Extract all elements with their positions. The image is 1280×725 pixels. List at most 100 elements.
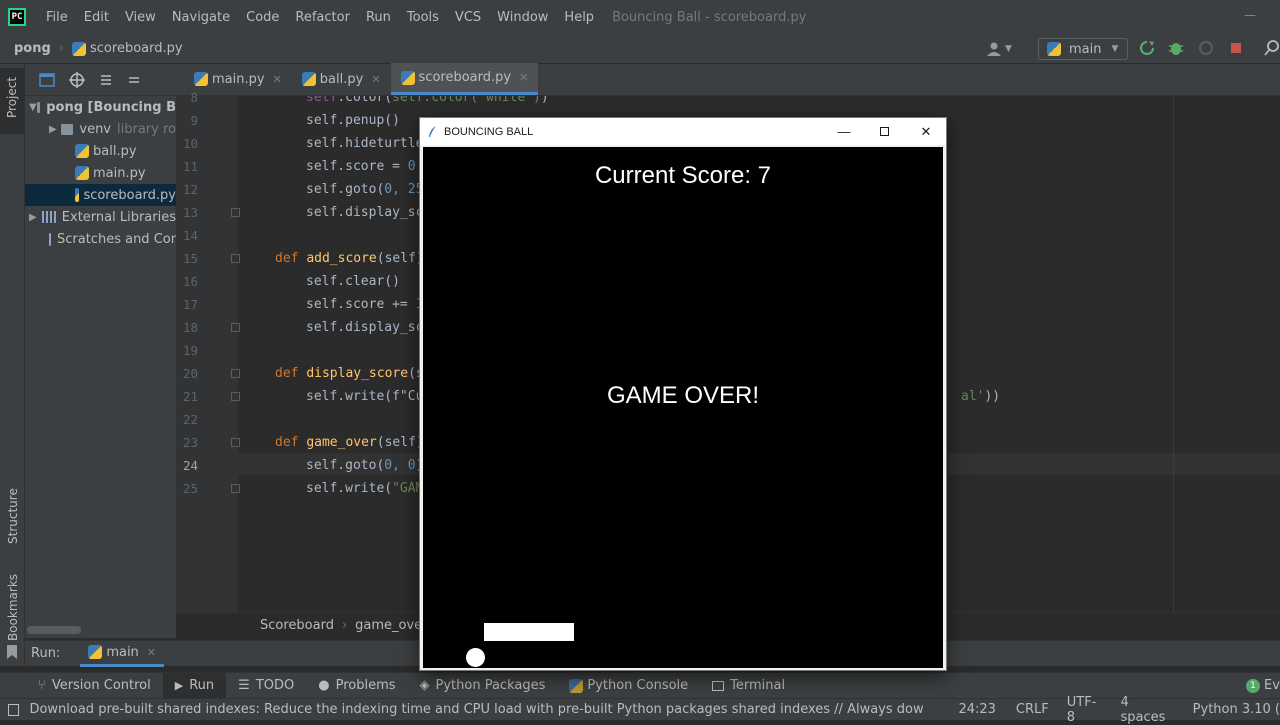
python-file-icon xyxy=(194,72,208,86)
close-icon[interactable]: ✕ xyxy=(519,71,528,84)
tab-label: ball.py xyxy=(319,71,364,87)
menu-run[interactable]: Run xyxy=(358,10,399,25)
code-line-17: self.score += 1 xyxy=(306,297,423,312)
cursor-position[interactable]: 24:23 xyxy=(958,702,995,717)
stop-icon[interactable] xyxy=(1228,40,1244,56)
tool-python-console[interactable]: Python Console xyxy=(557,673,700,699)
pycharm-logo-icon[interactable]: PC xyxy=(8,8,26,26)
menu-vcs[interactable]: VCS xyxy=(447,10,489,25)
code-line-9: self.penup() xyxy=(306,113,400,128)
debug-icon[interactable] xyxy=(1168,40,1184,56)
indent-setting[interactable]: 4 spaces xyxy=(1121,695,1175,725)
tool-label: Version Control xyxy=(51,678,151,693)
python-file-icon xyxy=(75,144,89,158)
menu-help[interactable]: Help xyxy=(556,10,602,25)
minimize-icon[interactable]: — xyxy=(1244,8,1256,22)
maximize-icon xyxy=(879,127,889,136)
menu-refactor[interactable]: Refactor xyxy=(287,10,358,25)
code-line-24: self.goto(0, 0) xyxy=(306,458,423,473)
menu-navigate[interactable]: Navigate xyxy=(164,10,238,25)
game-canvas[interactable]: Current Score: 7 GAME OVER! xyxy=(423,147,943,668)
code-line-11: self.score = 0 xyxy=(306,159,416,174)
collapse-all-icon[interactable] xyxy=(127,73,141,87)
event-log-button[interactable]: 1 Eve xyxy=(1246,678,1280,693)
python-file-icon xyxy=(75,188,80,202)
play-icon: ▶ xyxy=(174,679,184,692)
code-line-21-tail: al')) xyxy=(961,389,1001,404)
breadcrumb-project[interactable]: pong xyxy=(14,41,51,56)
pin-icon[interactable] xyxy=(6,645,18,659)
tab-ball-py[interactable]: ball.py ✕ xyxy=(292,63,391,95)
menu-window[interactable]: Window xyxy=(489,10,556,25)
rerun-icon[interactable] xyxy=(1139,40,1155,56)
tree-item-venv[interactable]: ▶ venv library ro xyxy=(25,118,176,140)
menu-file[interactable]: File xyxy=(38,10,76,25)
breadcrumb-file[interactable]: scoreboard.py xyxy=(90,41,183,56)
tree-item-scoreboard-py[interactable]: scoreboard.py xyxy=(25,184,176,206)
event-log-label: Eve xyxy=(1264,678,1280,693)
menu-bar: PC File Edit View Navigate Code Refactor… xyxy=(0,0,1280,34)
chevron-down-icon: ▼ xyxy=(1111,44,1119,54)
breadcrumb-class[interactable]: Scoreboard xyxy=(260,618,334,633)
code-line-15: def add_score(self) xyxy=(275,251,424,266)
line-separator[interactable]: CRLF xyxy=(1016,702,1049,717)
tool-python-packages[interactable]: ◈ Python Packages xyxy=(408,673,558,699)
line-number: 18 xyxy=(182,320,198,335)
line-number: 16 xyxy=(182,274,198,289)
menu-edit[interactable]: Edit xyxy=(76,10,117,25)
line-number-current: 24 xyxy=(182,458,198,473)
python-interpreter[interactable]: Python 3.10 ( xyxy=(1193,702,1280,717)
tree-item-scratches[interactable]: Scratches and Cons xyxy=(25,228,176,250)
search-icon[interactable] xyxy=(1264,40,1280,56)
code-line-12: self.goto(0, 25 xyxy=(306,182,424,197)
tree-item-pong[interactable]: ▼ pong [Bouncing B xyxy=(25,96,176,118)
locate-file-icon[interactable] xyxy=(69,71,85,88)
view-mode-icon[interactable] xyxy=(39,72,55,87)
python-console-icon xyxy=(569,678,584,693)
project-tool-label: Project xyxy=(5,76,19,118)
file-encoding[interactable]: UTF-8 xyxy=(1067,695,1103,725)
close-icon[interactable]: ✕ xyxy=(147,646,156,659)
close-icon[interactable]: ✕ xyxy=(371,73,380,86)
menu-view[interactable]: View xyxy=(117,10,164,25)
tool-version-control[interactable]: ⑂ Version Control xyxy=(26,673,163,699)
close-icon[interactable]: ✕ xyxy=(273,73,282,86)
tab-scoreboard-py[interactable]: scoreboard.py ✕ xyxy=(390,63,539,95)
tab-label: scoreboard.py xyxy=(418,70,512,85)
horizontal-scrollbar[interactable] xyxy=(27,626,81,634)
status-toggle-icon[interactable] xyxy=(8,703,20,716)
line-number: 25 xyxy=(182,481,198,496)
menu-code[interactable]: Code xyxy=(238,10,287,25)
menu-tools[interactable]: Tools xyxy=(399,10,447,25)
tool-problems[interactable]: ● Problems xyxy=(306,673,407,699)
feather-icon xyxy=(429,125,436,137)
line-number: 12 xyxy=(182,182,198,197)
user-icon[interactable]: ▼ xyxy=(986,40,1016,58)
bookmarks-tool-label[interactable]: Bookmarks xyxy=(6,574,20,641)
tree-item-label: ball.py xyxy=(93,143,137,159)
line-number: 23 xyxy=(182,435,198,450)
python-file-icon xyxy=(400,70,415,85)
expand-all-icon[interactable] xyxy=(99,73,113,87)
maximize-button[interactable] xyxy=(864,118,904,145)
minimize-button[interactable]: — xyxy=(824,118,864,145)
status-message[interactable]: Download pre-built shared indexes: Reduc… xyxy=(29,702,924,717)
tool-run[interactable]: ▶ Run xyxy=(162,672,227,699)
tool-todo[interactable]: ☰ TODO xyxy=(226,673,306,699)
profile-icon[interactable] xyxy=(1198,40,1214,56)
run-configuration-select[interactable]: main ▼ xyxy=(1038,38,1128,60)
structure-tool-label[interactable]: Structure xyxy=(6,488,20,544)
project-tool-button[interactable]: Project xyxy=(0,68,25,134)
game-window[interactable]: BOUNCING BALL — ✕ Current Score: 7 GAME … xyxy=(419,117,947,671)
tree-item-main-py[interactable]: main.py xyxy=(25,162,176,184)
tree-item-ball-py[interactable]: ball.py xyxy=(25,140,176,162)
close-button[interactable]: ✕ xyxy=(906,118,946,145)
tool-label: Problems xyxy=(335,678,396,693)
tab-main-py[interactable]: main.py ✕ xyxy=(184,63,292,95)
run-tab-main[interactable]: main ✕ xyxy=(80,641,165,667)
line-number: 10 xyxy=(182,136,198,151)
tool-terminal[interactable]: Terminal xyxy=(700,673,797,699)
tree-item-external-libraries[interactable]: ▶ External Libraries xyxy=(25,206,176,228)
tool-label: Python Console xyxy=(587,678,689,693)
list-icon: ☰ xyxy=(238,678,250,693)
